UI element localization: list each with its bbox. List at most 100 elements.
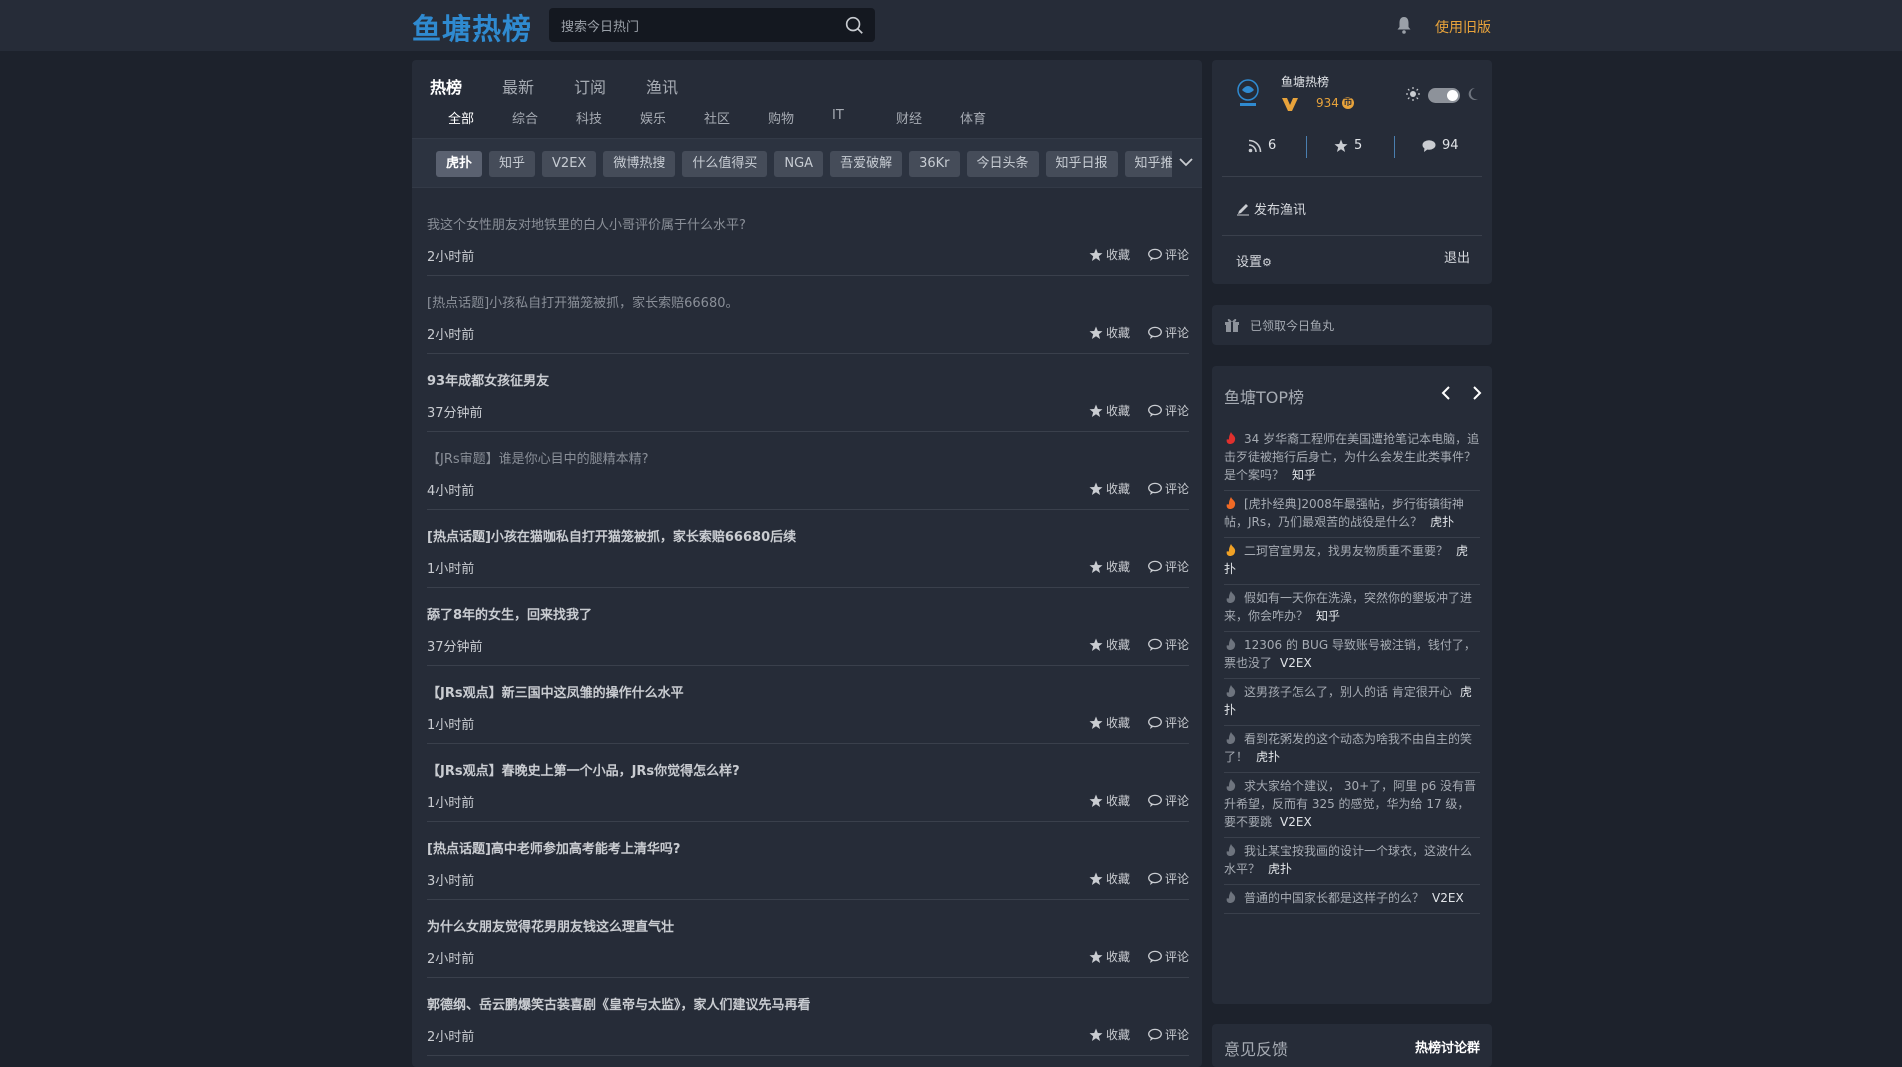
favorite-button[interactable]: 收藏 (1089, 402, 1130, 419)
list-item[interactable]: [热点话题]小孩在猫咖私自打开猫笼被抓，家长索赔66680后续 1小时前 收藏 评论 (427, 510, 1189, 588)
item-title[interactable]: 为什么女朋友觉得花男朋友钱这么理直气壮 (427, 916, 674, 935)
top-ranking-item[interactable]: 二珂官宣男友，找男友物质重不重要？ 虎扑 (1224, 538, 1480, 585)
top-ranking-item[interactable]: 普通的中国家长都是这样子的么？ V2EX (1224, 885, 1480, 914)
category-finance[interactable]: 财经 (896, 108, 960, 127)
top-item-title[interactable]: 我让某宝按我画的设计一个球衣，这波什么水平？ (1224, 844, 1472, 876)
list-item[interactable]: 【JRs观点】新三国中这凤雏的操作什么水平 1小时前 收藏 评论 (427, 666, 1189, 744)
item-title[interactable]: 【JRs观点】新三国中这凤雏的操作什么水平 (427, 682, 684, 701)
category-community[interactable]: 社区 (704, 108, 768, 127)
avatar[interactable] (1232, 76, 1264, 108)
item-title[interactable]: 【JRs观点】春晚史上第一个小品，JRs你觉得怎么样? (427, 760, 740, 779)
source-chip[interactable]: NGA (774, 151, 824, 177)
feedback-link[interactable]: 意见反馈 (1224, 1036, 1288, 1060)
top-item-title[interactable]: 二珂官宣男友，找男友物质重不重要？ (1244, 544, 1448, 558)
comment-button[interactable]: 评论 (1148, 792, 1189, 809)
top-item-title[interactable]: 求大家给个建议， 30+了，阿里 p6 没有晋升希望，反而有 325 的感觉，华… (1224, 779, 1476, 829)
category-all[interactable]: 全部 (448, 108, 512, 127)
list-item[interactable]: 我这个女性朋友对地铁里的白人小哥评价属于什么水平? 2小时前 收藏 评论 (427, 198, 1189, 276)
search-input[interactable]: 搜索今日热门 (561, 16, 639, 35)
list-item[interactable]: 93年成都女孩征男友 37分钟前 收藏 评论 (427, 354, 1189, 432)
tab-latest[interactable]: 最新 (502, 74, 534, 98)
chevron-left-icon[interactable] (1439, 385, 1453, 401)
category-general[interactable]: 综合 (512, 108, 576, 127)
source-chip[interactable]: 什么值得买 (682, 151, 768, 177)
comment-button[interactable]: 评论 (1148, 324, 1189, 341)
source-chip[interactable]: 36Kr (909, 151, 960, 177)
comment-button[interactable]: 评论 (1148, 870, 1189, 887)
favorite-button[interactable]: 收藏 (1089, 480, 1130, 497)
comment-stat[interactable]: 94 (1422, 138, 1459, 153)
list-item[interactable]: 舔了8年的女生，回来找我了 37分钟前 收藏 评论 (427, 588, 1189, 666)
list-item[interactable]: [热点话题]小孩私自打开猫笼被抓，家长索赔66680。 2小时前 收藏 评论 (427, 276, 1189, 354)
item-title[interactable]: [热点话题]小孩私自打开猫笼被抓，家长索赔66680。 (427, 292, 739, 311)
favorite-button[interactable]: 收藏 (1089, 558, 1130, 575)
list-item[interactable]: 【JRs审题】谁是你心目中的腿精本精? 4小时前 收藏 评论 (427, 432, 1189, 510)
category-entertainment[interactable]: 娱乐 (640, 108, 704, 127)
item-title[interactable]: [热点话题]小孩在猫咖私自打开猫笼被抓，家长索赔66680后续 (427, 526, 796, 545)
source-chip[interactable]: 微博热搜 (603, 151, 676, 177)
item-title[interactable]: 【JRs审题】谁是你心目中的腿精本精? (427, 448, 649, 467)
source-chip[interactable]: 知乎 (489, 151, 536, 177)
source-chip[interactable]: V2EX (542, 151, 597, 177)
item-title[interactable]: 郭德纲、岳云鹏爆笑古装喜剧《皇帝与太监》，家人们建议先马再看 (427, 994, 811, 1013)
source-chip[interactable]: 今日头条 (966, 151, 1039, 177)
source-chip[interactable]: 知乎推荐 (1124, 151, 1172, 177)
favorite-button[interactable]: 收藏 (1089, 1026, 1130, 1043)
list-item[interactable]: [热点话题]高中老师参加高考能考上清华吗? 3小时前 收藏 评论 (427, 822, 1189, 900)
top-item-title[interactable]: [虎扑经典]2008年最强帖，步行街镇街神帖，JRs，乃们最艰苦的战役是什么？ (1224, 497, 1464, 529)
rss-stat[interactable]: 6 (1248, 138, 1276, 153)
favorite-button[interactable]: 收藏 (1089, 636, 1130, 653)
source-chip[interactable]: 知乎日报 (1045, 151, 1118, 177)
top-ranking-item[interactable]: [虎扑经典]2008年最强帖，步行街镇街神帖，JRs，乃们最艰苦的战役是什么？虎… (1224, 491, 1480, 538)
comment-button[interactable]: 评论 (1148, 948, 1189, 965)
category-shopping[interactable]: 购物 (768, 108, 832, 127)
list-item[interactable]: 为什么女朋友觉得花男朋友钱这么理直气壮 2小时前 收藏 评论 (427, 900, 1189, 978)
top-item-title[interactable]: 假如有一天你在洗澡，突然你的墾坂冲了进来，你会咋办？ (1224, 591, 1472, 623)
favorite-button[interactable]: 收藏 (1089, 324, 1130, 341)
top-ranking-item[interactable]: 12306 的 BUG 导致账号被注销，钱付了，票也没了 V2EX (1224, 632, 1480, 679)
comment-button[interactable]: 评论 (1148, 480, 1189, 497)
top-item-title[interactable]: 12306 的 BUG 导致账号被注销，钱付了，票也没了 (1224, 638, 1476, 670)
tab-subscribe[interactable]: 订阅 (574, 74, 606, 98)
favorite-button[interactable]: 收藏 (1089, 792, 1130, 809)
top-ranking-item[interactable]: 这男孩子怎么了，别人的话 肯定很开心 虎扑 (1224, 679, 1480, 726)
comment-button[interactable]: 评论 (1148, 714, 1189, 731)
top-ranking-item[interactable]: 34 岁华裔工程师在美国遭抢笔记本电脑，追击歹徒被拖行后身亡，为什么会发生此类事… (1224, 426, 1480, 491)
top-ranking-item[interactable]: 看到花粥发的这个动态为啥我不由自主的笑了！ 虎扑 (1224, 726, 1480, 773)
item-title[interactable]: 舔了8年的女生，回来找我了 (427, 604, 592, 623)
category-it[interactable]: IT (832, 108, 896, 127)
top-item-title[interactable]: 这男孩子怎么了，别人的话 肯定很开心 (1244, 685, 1452, 699)
chevron-right-icon[interactable] (1470, 385, 1484, 401)
comment-button[interactable]: 评论 (1148, 636, 1189, 653)
settings-button[interactable]: 设置⚙ (1236, 251, 1272, 270)
site-logo[interactable]: 鱼塘热榜 (412, 6, 532, 48)
item-title[interactable]: [热点话题]高中老师参加高考能考上清华吗? (427, 838, 680, 857)
publish-news-button[interactable]: 发布渔讯 (1236, 199, 1306, 218)
source-chip[interactable]: 虎扑 (436, 151, 483, 177)
discussion-group-link[interactable]: 热榜讨论群 (1415, 1037, 1480, 1056)
star-stat[interactable]: 5 (1334, 138, 1362, 153)
bell-icon[interactable] (1396, 16, 1412, 34)
logout-button[interactable]: 退出 (1444, 247, 1470, 266)
old-version-link[interactable]: 使用旧版 (1435, 17, 1491, 37)
comment-button[interactable]: 评论 (1148, 402, 1189, 419)
favorite-button[interactable]: 收藏 (1089, 948, 1130, 965)
comment-button[interactable]: 评论 (1148, 1026, 1189, 1043)
top-ranking-item[interactable]: 求大家给个建议， 30+了，阿里 p6 没有晋升希望，反而有 325 的感觉，华… (1224, 773, 1480, 838)
list-item[interactable]: 郭德纲、岳云鹏爆笑古装喜剧《皇帝与太监》，家人们建议先马再看 2小时前 收藏 评论 (427, 978, 1189, 1056)
top-item-title[interactable]: 普通的中国家长都是这样子的么？ (1244, 891, 1424, 905)
category-sports[interactable]: 体育 (960, 108, 1024, 127)
favorite-button[interactable]: 收藏 (1089, 714, 1130, 731)
top-ranking-item[interactable]: 假如有一天你在洗澡，突然你的墾坂冲了进来，你会咋办？ 知乎 (1224, 585, 1480, 632)
search-icon[interactable] (843, 14, 865, 36)
theme-toggle[interactable] (1428, 88, 1460, 103)
item-title[interactable]: 我这个女性朋友对地铁里的白人小哥评价属于什么水平? (427, 214, 746, 233)
top-item-title[interactable]: 34 岁华裔工程师在美国遭抢笔记本电脑，追击歹徒被拖行后身亡，为什么会发生此类事… (1224, 432, 1479, 482)
search-box[interactable]: 搜索今日热门 (549, 8, 875, 42)
comment-button[interactable]: 评论 (1148, 558, 1189, 575)
list-item[interactable]: 【JRs观点】春晚史上第一个小品，JRs你觉得怎么样? 1小时前 收藏 评论 (427, 744, 1189, 822)
comment-button[interactable]: 评论 (1148, 246, 1189, 263)
tab-hot[interactable]: 热榜 (430, 74, 462, 98)
item-title[interactable]: 93年成都女孩征男友 (427, 370, 549, 389)
top-ranking-item[interactable]: 我让某宝按我画的设计一个球衣，这波什么水平？ 虎扑 (1224, 838, 1480, 885)
